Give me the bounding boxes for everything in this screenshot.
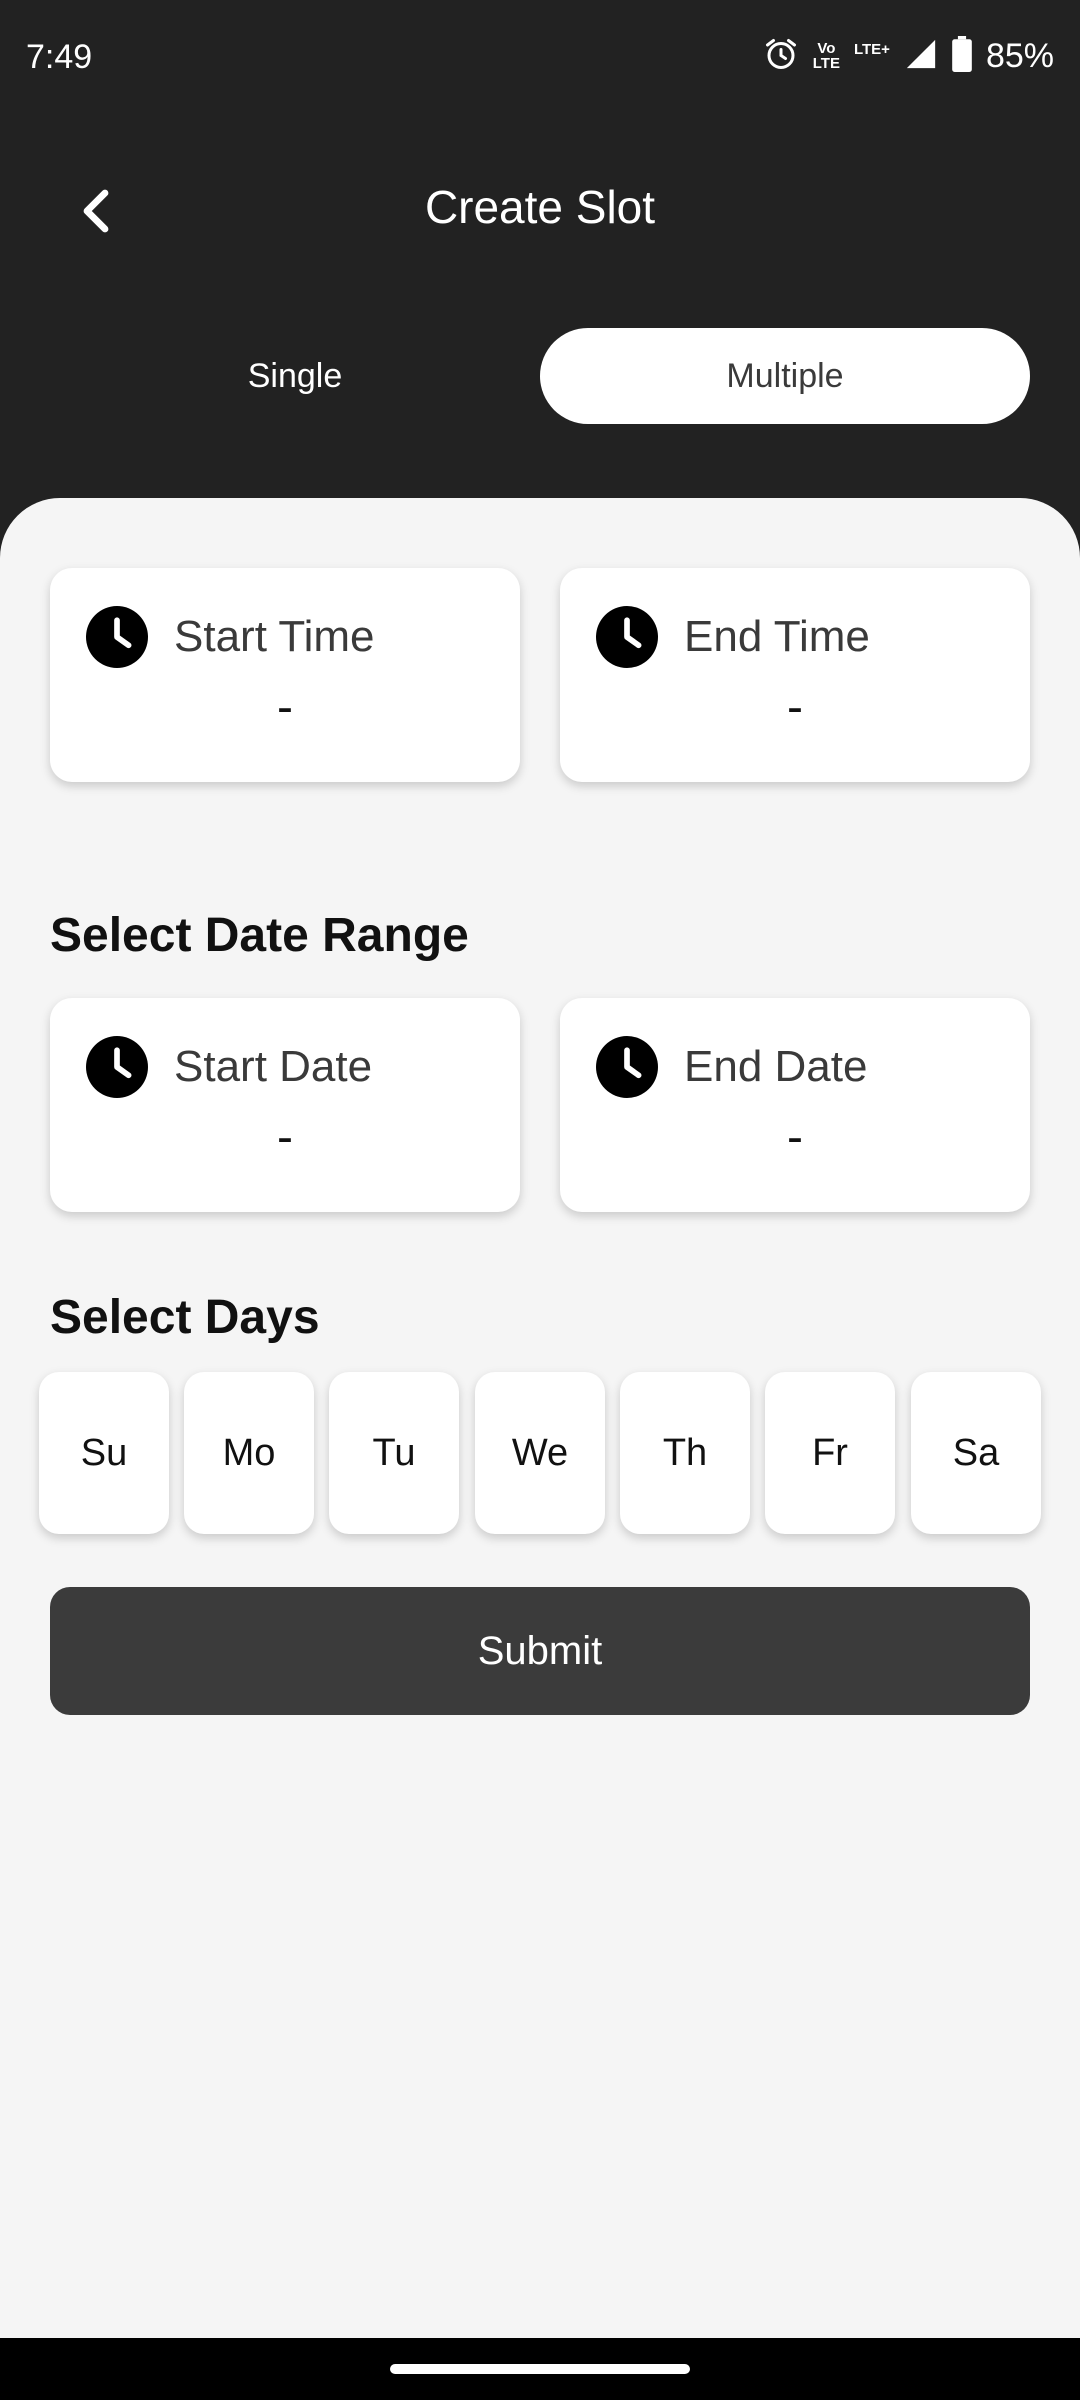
- clock-icon: [86, 1036, 148, 1098]
- date-range-title: Select Date Range: [50, 909, 469, 962]
- tab-multiple[interactable]: Multiple: [540, 328, 1030, 424]
- start-date-value: -: [277, 1111, 293, 1164]
- start-time-value: -: [277, 681, 293, 734]
- clock-icon: [86, 606, 148, 668]
- battery-icon: [952, 35, 972, 77]
- status-icons: Vo LTE LTE+ 85%: [763, 35, 1054, 77]
- tab-single[interactable]: Single: [50, 328, 540, 424]
- day-thursday[interactable]: Th: [620, 1372, 750, 1534]
- end-time-label: End Time: [684, 612, 870, 661]
- volte-top: Vo: [817, 40, 836, 57]
- end-time-card[interactable]: End Time -: [560, 568, 1030, 782]
- day-sunday[interactable]: Su: [39, 1372, 169, 1534]
- lte-plus-label: LTE+: [853, 40, 890, 58]
- alarm-icon: [763, 36, 799, 77]
- status-bar: 7:49 Vo LTE LTE+ 85%: [0, 0, 1080, 125]
- signal-icon: [904, 37, 938, 76]
- volte-icon: Vo LTE: [813, 41, 840, 71]
- clock-icon: [596, 606, 658, 668]
- status-time: 7:49: [26, 38, 93, 76]
- day-friday[interactable]: Fr: [765, 1372, 895, 1534]
- end-date-label: End Date: [684, 1042, 868, 1091]
- end-date-value: -: [787, 1111, 803, 1164]
- battery-percent: 85%: [985, 36, 1054, 75]
- submit-button[interactable]: Submit: [50, 1587, 1030, 1715]
- day-tuesday[interactable]: Tu: [329, 1372, 459, 1534]
- start-date-card[interactable]: Start Date -: [50, 998, 520, 1212]
- day-saturday[interactable]: Sa: [911, 1372, 1041, 1534]
- home-indicator[interactable]: [390, 2364, 690, 2374]
- start-time-label: Start Time: [174, 612, 375, 661]
- volte-bottom: LTE: [812, 55, 840, 72]
- start-time-card[interactable]: Start Time -: [50, 568, 520, 782]
- select-days-title: Select Days: [50, 1291, 320, 1344]
- day-monday[interactable]: Mo: [184, 1372, 314, 1534]
- day-wednesday[interactable]: We: [475, 1372, 605, 1534]
- start-date-label: Start Date: [174, 1042, 373, 1091]
- end-date-card[interactable]: End Date -: [560, 998, 1030, 1212]
- end-time-value: -: [787, 681, 803, 734]
- page-title: Create Slot: [424, 181, 656, 233]
- clock-icon: [596, 1036, 658, 1098]
